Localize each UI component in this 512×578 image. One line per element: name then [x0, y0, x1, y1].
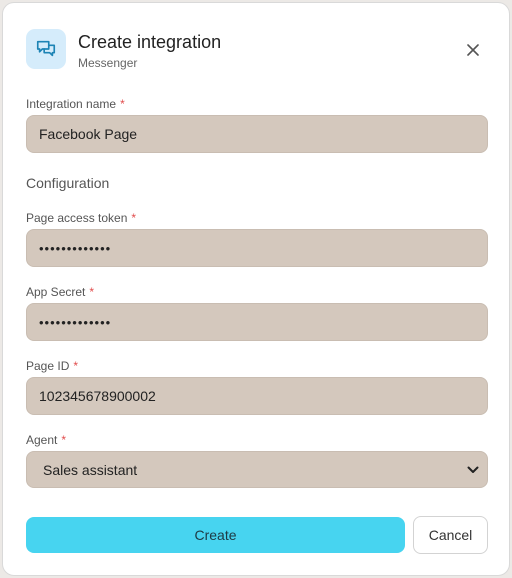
page-id-value: 102345678900002 [39, 388, 156, 404]
app-secret-input[interactable]: ••••••••••••• [26, 303, 488, 341]
agent-selected-value: Sales assistant [43, 461, 138, 478]
configuration-heading: Configuration [26, 175, 110, 191]
agent-select[interactable]: Sales assistant [26, 451, 488, 488]
required-mark: * [73, 359, 79, 373]
dialog-title: Create integration [78, 32, 222, 52]
cancel-button[interactable]: Cancel [413, 516, 488, 554]
dialog-subtitle: Messenger [78, 56, 138, 70]
app-secret-label: App Secret * [26, 285, 95, 299]
page-access-token-label: Page access token * [26, 211, 137, 225]
integration-name-input[interactable]: Facebook Page [26, 115, 488, 153]
create-integration-dialog: Create integration Messenger Integration… [2, 2, 510, 576]
page-id-label: Page ID * [26, 359, 79, 373]
required-mark: * [131, 211, 137, 225]
create-button[interactable]: Create [26, 517, 405, 553]
page-access-token-input[interactable]: ••••••••••••• [26, 229, 488, 267]
page-access-token-value: ••••••••••••• [39, 240, 112, 256]
required-mark: * [89, 285, 95, 299]
agent-label: Agent * [26, 433, 67, 447]
required-mark: * [61, 433, 67, 447]
required-mark: * [120, 97, 125, 111]
close-icon[interactable] [463, 40, 483, 60]
integration-name-value: Facebook Page [39, 126, 138, 142]
page-id-input[interactable]: 102345678900002 [26, 377, 488, 415]
app-secret-value: ••••••••••••• [39, 314, 112, 330]
integration-name-label: Integration name * [26, 97, 125, 111]
chevron-down-icon [467, 466, 479, 474]
messages-icon [26, 29, 66, 69]
